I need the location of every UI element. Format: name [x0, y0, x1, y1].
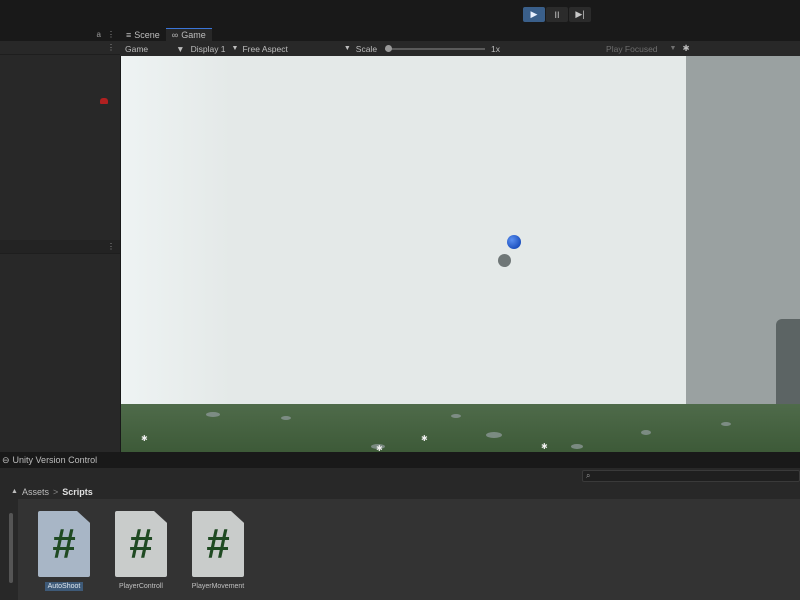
tab-game-label: Game	[181, 30, 206, 40]
panel-menu-icon[interactable]: ⋮	[107, 242, 115, 251]
ground-flower: ✱	[421, 434, 428, 443]
script-file-icon: #	[192, 511, 244, 577]
tab-game[interactable]: ∞ Game	[165, 28, 212, 41]
pause-button[interactable]: II	[546, 7, 568, 22]
asset-item[interactable]: # PlayerMovement	[188, 511, 248, 591]
search-icon: ⌕	[586, 471, 591, 480]
hierarchy-list[interactable]	[0, 55, 120, 240]
scale-slider-handle[interactable]	[385, 44, 393, 52]
collapse-arrow-icon[interactable]: ▲	[11, 488, 18, 495]
ground-rock	[451, 414, 461, 418]
gray-ball	[498, 254, 511, 267]
play-mode-label: Play Focused	[606, 43, 658, 54]
blue-ball	[507, 235, 521, 249]
bug-icon[interactable]: ✱	[682, 43, 689, 54]
script-file-icon: #	[115, 511, 167, 577]
inspector-header: ⋮	[0, 240, 120, 254]
scene-icon: ≡	[126, 29, 132, 40]
error-icon	[100, 98, 108, 104]
ground-rock	[721, 422, 731, 426]
asset-item[interactable]: # PlayerControll	[111, 511, 171, 591]
display-label: Display 1	[190, 43, 226, 54]
pause-icon: II	[554, 9, 560, 20]
asset-name: AutoShoot	[44, 582, 84, 591]
scale-control: Scale 1x	[356, 44, 500, 54]
hierarchy-header: a ⋮	[0, 28, 120, 41]
project-assets-grid: # AutoShoot # PlayerControll # PlayerMov…	[0, 499, 800, 600]
main-toolbar: ▶ II ▶|	[0, 0, 800, 28]
version-control-icon: ⊖	[2, 454, 10, 465]
tab-scene-label: Scene	[134, 29, 160, 40]
search-input[interactable]: ⌕	[582, 470, 800, 482]
step-button[interactable]: ▶|	[569, 7, 591, 22]
ground-flower: ✱	[541, 442, 548, 451]
chevron-down-icon: ▼	[231, 45, 239, 52]
play-icon: ▶	[530, 9, 538, 19]
game-mode-dropdown[interactable]: Game ▼	[125, 44, 185, 54]
tab-version-control[interactable]: Unity Version Control	[13, 455, 98, 465]
panel-menu-icon[interactable]: ⋮	[107, 43, 115, 52]
breadcrumb-separator: >	[52, 486, 59, 497]
bottom-tab-bar: ⊖ Unity Version Control	[0, 452, 800, 468]
panel-menu-icon[interactable]: ⋮	[107, 30, 115, 39]
project-toolbar: ⌕	[0, 468, 800, 484]
ground-rock	[486, 432, 502, 438]
lock-icon[interactable]: a	[97, 30, 101, 39]
aspect-label: Free Aspect	[242, 43, 288, 54]
game-view-bar: Game ▼ Display 1 ▼ Free Aspect ▼ Scale 1…	[120, 41, 800, 56]
asset-item[interactable]: # AutoShoot	[34, 511, 94, 591]
breadcrumb-scripts[interactable]: Scripts	[62, 487, 93, 497]
ground-rock	[641, 430, 651, 435]
step-icon: ▶|	[575, 9, 585, 19]
view-tabs: ≡ Scene ∞ Game	[120, 28, 800, 41]
scale-value: 1x	[491, 43, 501, 54]
inspector-body	[0, 254, 120, 440]
unity-editor: ▶ II ▶| a ⋮ ⋮ ⋮ ≡ Scene ∞ Game Game ▼ Di…	[0, 0, 800, 600]
tab-scene[interactable]: ≡ Scene	[120, 28, 166, 41]
play-button[interactable]: ▶	[523, 7, 545, 22]
play-mode-dropdown[interactable]: Play Focused ▼	[606, 44, 676, 54]
game-icon: ∞	[171, 30, 179, 40]
folder-tree-edge	[0, 499, 18, 600]
chevron-down-icon: ▼	[176, 43, 185, 54]
asset-name: PlayerMovement	[191, 583, 245, 590]
breadcrumb: ▲ Assets > Scripts	[0, 484, 800, 499]
game-viewport[interactable]: ✱ ✱ ✱ ✱	[121, 56, 800, 452]
display-dropdown[interactable]: Display 1 ▼	[191, 44, 239, 54]
ground-flower: ✱	[141, 434, 148, 443]
game-mode-label: Game	[125, 43, 149, 54]
ground-rock	[206, 412, 220, 417]
aspect-dropdown[interactable]: Free Aspect ▼	[242, 44, 350, 54]
play-controls: ▶ II ▶|	[523, 7, 591, 22]
grass-ground: ✱ ✱ ✱ ✱	[121, 404, 800, 452]
ground-rock	[281, 416, 291, 420]
scale-label: Scale	[355, 43, 378, 54]
ground-rock	[571, 444, 583, 449]
ground-flower: ✱	[376, 444, 383, 452]
sky-gradient	[121, 56, 231, 404]
hierarchy-toolbar: ⋮	[0, 41, 120, 55]
wall-shadow-shape	[776, 319, 800, 404]
scrollbar[interactable]	[9, 513, 13, 583]
chevron-down-icon: ▼	[669, 45, 677, 52]
scale-slider[interactable]	[385, 44, 486, 52]
asset-name: PlayerControll	[119, 583, 163, 590]
hierarchy-panel: a ⋮ ⋮ ⋮	[0, 28, 120, 452]
breadcrumb-assets[interactable]: Assets	[22, 487, 49, 497]
script-file-icon: #	[38, 511, 90, 577]
chevron-down-icon: ▼	[343, 45, 351, 52]
